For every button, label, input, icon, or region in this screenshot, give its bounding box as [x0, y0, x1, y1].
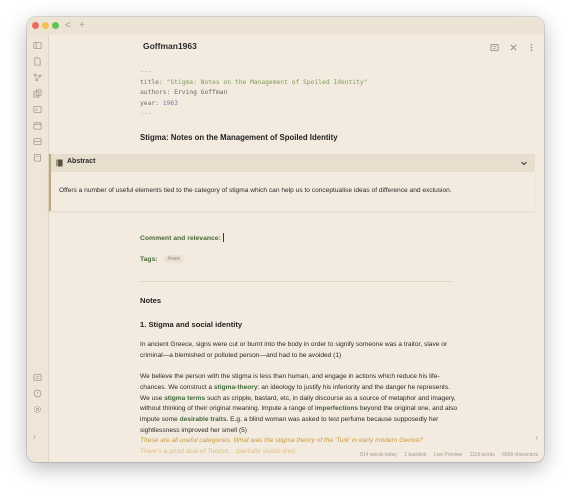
notes-heading: Notes — [140, 296, 162, 305]
frontmatter-authors-value: Erving Goffman — [174, 89, 228, 96]
vault-icon[interactable] — [33, 373, 42, 382]
status-backlinks[interactable]: 1 backlink — [404, 452, 426, 458]
frontmatter-title-line: title: "Stigma: Notes on the Management … — [140, 78, 368, 86]
graph-icon[interactable] — [33, 73, 42, 82]
status-char-count: 6899 characters — [502, 452, 538, 458]
horizontal-rule — [140, 281, 452, 282]
comment-field[interactable]: Comment and relevance: — [140, 233, 224, 242]
frontmatter-authors-line: authors: Erving Goffman — [140, 89, 228, 96]
tag-race[interactable]: #race — [163, 255, 185, 263]
link-desirable-traits[interactable]: desirable traits — [180, 416, 227, 423]
callout-text: Offers a number of useful elements tied … — [59, 187, 452, 194]
paragraph-1: In ancient Greece, signs were cut or bur… — [140, 341, 448, 359]
callout-label: Abstract — [67, 158, 96, 165]
status-mode[interactable]: Live Preview — [434, 452, 462, 458]
status-words-today: 814 words today — [360, 452, 397, 458]
status-word-count: 1119 words — [469, 452, 495, 458]
link-stigma-terms[interactable]: stigma terms — [164, 395, 205, 402]
collapse-right-sidebar-icon[interactable]: ‹ — [535, 433, 538, 442]
chevron-down-icon[interactable] — [520, 159, 528, 167]
link-stigma-theory[interactable]: stigma-theory — [214, 384, 258, 391]
tags-line: Tags: #race — [140, 255, 185, 263]
note-heading: Stigma: Notes on the Management of Spoil… — [140, 133, 338, 142]
back-arrow-icon[interactable]: < — [65, 19, 71, 33]
settings-icon[interactable] — [33, 405, 42, 414]
expand-sidebar-icon[interactable]: › — [33, 432, 36, 441]
help-icon[interactable]: ? — [33, 389, 42, 398]
abstract-callout-header[interactable]: Abstract — [49, 154, 535, 172]
frontmatter-separator: --- — [140, 68, 152, 75]
abstract-callout-body: Offers a number of useful elements tied … — [49, 172, 535, 211]
left-ribbon: ? › — [27, 35, 49, 462]
title-bar: < + — [27, 17, 544, 35]
calendar-icon[interactable] — [33, 121, 42, 130]
new-tab-icon[interactable]: + — [79, 19, 85, 33]
frontmatter-year-line: year: 1963 — [140, 99, 178, 107]
frontmatter-block[interactable]: --- title: "Stigma: Notes on the Managem… — [140, 67, 367, 120]
maximize-window-button[interactable] — [52, 22, 59, 29]
more-options-icon[interactable] — [527, 43, 536, 52]
frontmatter-title-value: "Stigma: Notes on the Management of Spoi… — [166, 78, 368, 86]
frontmatter-year-value: 1963 — [162, 99, 178, 107]
close-icon[interactable] — [509, 43, 518, 52]
layout-icon[interactable] — [33, 137, 42, 146]
minimize-window-button[interactable] — [42, 22, 49, 29]
book-icon — [56, 159, 63, 167]
link-imperfections[interactable]: imperfections — [315, 405, 358, 412]
copy-icon[interactable] — [33, 89, 42, 98]
status-bar: 814 words today 1 backlink Live Preview … — [354, 452, 538, 458]
close-window-button[interactable] — [32, 22, 39, 29]
reading-view-icon[interactable] — [490, 43, 499, 52]
file-icon[interactable] — [33, 57, 42, 66]
section-heading: 1. Stigma and social identity — [140, 320, 243, 329]
frontmatter-separator: --- — [140, 110, 152, 117]
file-explorer-icon[interactable] — [33, 41, 42, 50]
note-title[interactable]: Goffman1963 — [143, 41, 197, 51]
app-window: < + ? › Goffman1963 --- title: "Stigma: … — [27, 17, 544, 462]
paragraph-2: We believe the person with the stigma is… — [140, 373, 458, 434]
daily-note-icon[interactable] — [33, 153, 42, 162]
text-cursor — [222, 233, 224, 242]
terminal-icon[interactable] — [33, 105, 42, 114]
view-actions — [485, 39, 536, 57]
